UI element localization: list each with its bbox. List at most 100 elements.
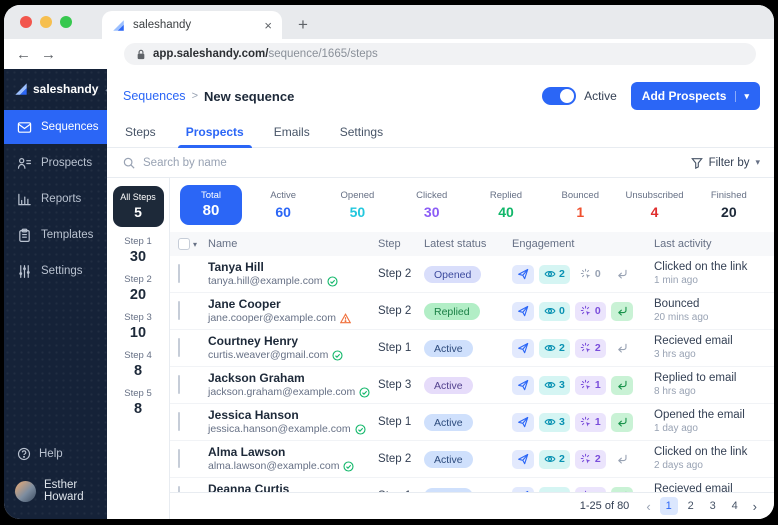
clicks-chip[interactable]: 2 (575, 339, 606, 358)
tab-settings[interactable]: Settings (338, 119, 385, 147)
next-page-icon[interactable]: › (750, 499, 760, 514)
prospect-name: Jackson Graham (208, 371, 378, 386)
views-count: 3 (559, 379, 565, 391)
rail-step-4[interactable]: Step 48 (124, 350, 151, 379)
views-chip[interactable]: 2 (539, 450, 570, 469)
table-row[interactable]: Courtney Henry curtis.weaver@gmail.com S… (170, 330, 774, 367)
table-row[interactable]: Tanya Hill tanya.hill@example.com Step 2… (170, 256, 774, 293)
sent-icon[interactable] (512, 302, 534, 321)
page-4[interactable]: 4 (726, 497, 744, 515)
browser-tab-strip: saleshandy × + (4, 5, 774, 39)
page-3[interactable]: 3 (704, 497, 722, 515)
page-2[interactable]: 2 (682, 497, 700, 515)
new-tab-button[interactable]: + (298, 15, 308, 35)
sidebar-item-prospects[interactable]: Prospects (4, 146, 107, 180)
status-badge: Active (424, 377, 473, 394)
sent-icon[interactable] (512, 265, 534, 284)
row-checkbox[interactable] (178, 264, 180, 283)
rail-step-2[interactable]: Step 220 (124, 274, 151, 303)
stat-clicked[interactable]: Clicked30 (395, 190, 469, 220)
tab-steps[interactable]: Steps (123, 119, 158, 147)
stat-replied[interactable]: Replied40 (469, 190, 543, 220)
sent-icon[interactable] (512, 376, 534, 395)
reply-chip[interactable] (611, 339, 633, 358)
sent-icon[interactable] (512, 450, 534, 469)
stat-finished[interactable]: Finished20 (692, 190, 766, 220)
views-chip[interactable]: 0 (539, 302, 570, 321)
breadcrumb-sequences-link[interactable]: Sequences (123, 89, 186, 103)
clicks-chip[interactable]: 1 (575, 413, 606, 432)
views-chip[interactable]: 2 (539, 265, 570, 284)
tab-emails[interactable]: Emails (272, 119, 312, 147)
sidebar-item-reports[interactable]: Reports (4, 182, 107, 216)
brand-name: saleshandy (33, 82, 98, 96)
clicks-chip[interactable]: 2 (575, 450, 606, 469)
pagination-range: 1-25 of 80 (580, 500, 630, 512)
table-row[interactable]: Deanna Curtis deanna.curtis@example.com … (170, 478, 774, 492)
add-prospects-button[interactable]: Add Prospects ▾ (631, 82, 760, 110)
reply-chip[interactable] (611, 302, 633, 321)
zoom-window-button[interactable] (60, 16, 72, 28)
stat-unsubscribed[interactable]: Unsubscribed4 (617, 190, 691, 220)
stat-opened[interactable]: Opened50 (320, 190, 394, 220)
status-badge: Active (424, 414, 473, 431)
select-all-checkbox[interactable] (178, 238, 190, 250)
search-input[interactable] (143, 157, 683, 169)
last-activity-text: Recieved email (654, 482, 774, 492)
reply-chip[interactable] (611, 265, 633, 284)
close-window-button[interactable] (20, 16, 32, 28)
sidebar-item-help[interactable]: Help (4, 437, 107, 471)
sidebar-item-sequences[interactable]: Sequences (4, 110, 107, 144)
active-toggle[interactable] (542, 87, 576, 105)
views-chip[interactable]: 3 (539, 376, 570, 395)
table-row[interactable]: Jackson Graham jackson.graham@example.co… (170, 367, 774, 404)
rail-step-3[interactable]: Step 310 (124, 312, 151, 341)
rail-step-1[interactable]: Step 130 (124, 236, 151, 265)
saleshandy-logo-icon (14, 82, 28, 96)
minimize-window-button[interactable] (40, 16, 52, 28)
address-bar[interactable]: app.saleshandy.com/sequence/1665/steps (124, 43, 756, 65)
sidebar-item-templates[interactable]: Templates (4, 218, 107, 252)
chevron-down-icon[interactable]: ▾ (193, 240, 197, 249)
col-latest-status: Latest status (424, 238, 512, 250)
table-row[interactable]: Jane Cooper jane.cooper@example.com Step… (170, 293, 774, 330)
sent-icon[interactable] (512, 339, 534, 358)
page-1[interactable]: 1 (660, 497, 678, 515)
clicks-chip[interactable]: 0 (575, 302, 606, 321)
row-checkbox[interactable] (178, 301, 180, 320)
stat-total-card[interactable]: Total 80 (180, 185, 242, 225)
table-row[interactable]: Alma Lawson alma.lawson@example.com Step… (170, 441, 774, 478)
sent-icon[interactable] (512, 413, 534, 432)
chevron-down-icon[interactable]: ▾ (735, 91, 749, 102)
rail-step-5[interactable]: Step 58 (124, 388, 151, 417)
stat-bounced[interactable]: Bounced1 (543, 190, 617, 220)
stat-active[interactable]: Active60 (246, 190, 320, 220)
forward-button[interactable]: → (41, 46, 56, 63)
row-checkbox[interactable] (178, 338, 180, 357)
app-root: saleshandy ←| SequencesProspectsReportsT… (4, 69, 774, 519)
all-steps-card[interactable]: All Steps 5 (113, 186, 164, 227)
views-chip[interactable]: 2 (539, 339, 570, 358)
eye-icon (544, 342, 556, 354)
row-checkbox[interactable] (178, 449, 180, 468)
user-menu[interactable]: Esther Howard (4, 471, 107, 519)
tab-close-icon[interactable]: × (264, 18, 272, 33)
views-count: 0 (559, 305, 565, 317)
views-chip[interactable]: 3 (539, 413, 570, 432)
back-button[interactable]: ← (16, 46, 31, 63)
filter-by-button[interactable]: Filter by ▾ (691, 157, 760, 169)
reply-chip[interactable] (611, 413, 633, 432)
prev-page-icon[interactable]: ‹ (643, 499, 653, 514)
browser-tab[interactable]: saleshandy × (102, 11, 282, 39)
tab-prospects[interactable]: Prospects (184, 119, 246, 147)
views-count: 2 (559, 342, 565, 354)
prospect-email: jessica.hanson@example.com (208, 423, 351, 437)
row-checkbox[interactable] (178, 375, 180, 394)
sidebar-item-settings[interactable]: Settings (4, 254, 107, 288)
clicks-chip[interactable]: 0 (575, 265, 606, 284)
reply-chip[interactable] (611, 450, 633, 469)
table-row[interactable]: Jessica Hanson jessica.hanson@example.co… (170, 404, 774, 441)
reply-chip[interactable] (611, 376, 633, 395)
row-checkbox[interactable] (178, 412, 180, 431)
clicks-chip[interactable]: 1 (575, 376, 606, 395)
